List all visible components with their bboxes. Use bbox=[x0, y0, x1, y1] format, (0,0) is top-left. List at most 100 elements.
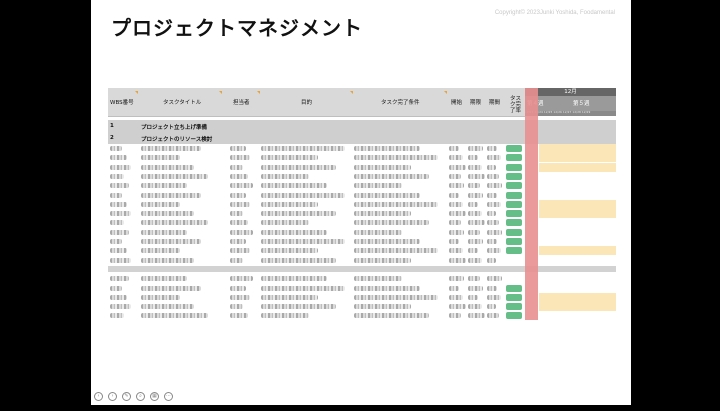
obscured-cell bbox=[230, 211, 244, 217]
obscured-cell bbox=[468, 192, 484, 198]
obscured-cell bbox=[141, 304, 194, 310]
table-row[interactable] bbox=[108, 237, 616, 246]
obscured-cell bbox=[230, 220, 248, 226]
task-rows bbox=[108, 144, 616, 320]
obscured-cell bbox=[354, 304, 412, 310]
obscured-cell bbox=[261, 313, 310, 319]
group-title: プロジェクトのリソース検討 bbox=[141, 137, 213, 143]
obscured-cell bbox=[110, 257, 131, 263]
row-separator bbox=[108, 265, 616, 272]
obscured-cell bbox=[468, 257, 482, 263]
obscured-cell bbox=[354, 276, 403, 282]
obscured-cell bbox=[487, 239, 498, 244]
table-row[interactable] bbox=[108, 153, 616, 163]
more-icon[interactable]: ⋯ bbox=[164, 392, 173, 401]
gantt-bar bbox=[539, 302, 616, 312]
filter-icon[interactable] bbox=[350, 91, 353, 94]
obscured-cell bbox=[487, 146, 498, 151]
obscured-cell bbox=[449, 173, 461, 179]
obscured-cell bbox=[230, 183, 253, 189]
table-row[interactable] bbox=[108, 302, 616, 312]
obscured-cell bbox=[449, 155, 463, 161]
obscured-cell bbox=[261, 183, 327, 189]
obscured-cell bbox=[230, 146, 246, 151]
grid-icon[interactable]: ▦ bbox=[150, 392, 159, 401]
progress-cell bbox=[506, 303, 522, 311]
table-row[interactable] bbox=[108, 191, 616, 200]
table-row[interactable] bbox=[108, 209, 616, 219]
table-row[interactable] bbox=[108, 274, 616, 283]
obscured-cell bbox=[261, 294, 319, 300]
header-owner: 担当者 bbox=[233, 100, 250, 106]
obscured-cell bbox=[354, 257, 412, 263]
filter-icon[interactable] bbox=[135, 91, 138, 94]
obscured-cell bbox=[141, 201, 180, 207]
obscured-cell bbox=[230, 294, 251, 300]
group-number: 1 bbox=[110, 123, 114, 129]
table-row[interactable] bbox=[108, 256, 616, 265]
obscured-cell bbox=[487, 248, 501, 254]
obscured-cell bbox=[261, 276, 327, 282]
obscured-cell bbox=[141, 248, 180, 254]
obscured-cell bbox=[468, 183, 480, 189]
obscured-cell bbox=[141, 220, 208, 226]
table-row[interactable] bbox=[108, 218, 616, 227]
obscured-cell bbox=[261, 229, 327, 235]
week-5-label: 第５週 bbox=[573, 101, 590, 107]
obscured-cell bbox=[230, 285, 246, 291]
obscured-cell bbox=[487, 229, 503, 235]
obscured-cell bbox=[261, 164, 336, 170]
table-row[interactable] bbox=[108, 284, 616, 293]
copyright-text: Copyright© 2023Junki Yoshida, Foodamenta… bbox=[494, 10, 615, 16]
obscured-cell bbox=[110, 285, 123, 291]
obscured-cell bbox=[261, 192, 345, 198]
table-row[interactable] bbox=[108, 144, 616, 153]
obscured-cell bbox=[449, 276, 465, 282]
obscured-cell bbox=[110, 183, 129, 189]
obscured-cell bbox=[487, 276, 503, 282]
progress-cell bbox=[506, 210, 522, 218]
obscured-cell bbox=[141, 229, 187, 235]
group-title: プロジェクト立ち上げ準備 bbox=[141, 125, 208, 131]
obscured-cell bbox=[468, 294, 478, 300]
group-row[interactable]: 1 プロジェクト立ち上げ準備 bbox=[108, 120, 616, 132]
obscured-cell bbox=[487, 183, 503, 189]
gantt-bar bbox=[539, 162, 616, 172]
prev-icon[interactable]: ‹ bbox=[94, 392, 103, 401]
obscured-cell bbox=[141, 294, 180, 300]
next-icon[interactable]: › bbox=[108, 392, 117, 401]
group-number: 2 bbox=[110, 135, 114, 141]
gantt-bar bbox=[539, 153, 616, 163]
gantt-bar bbox=[539, 209, 616, 219]
obscured-cell bbox=[449, 229, 465, 235]
obscured-cell bbox=[468, 173, 486, 179]
wbs-sheet: WBS番号 タスクタイトル 担当者 目的 タスク完了条件 開始 期限 期間 タス… bbox=[108, 88, 616, 320]
filter-icon[interactable] bbox=[444, 91, 447, 94]
filter-icon[interactable] bbox=[257, 91, 260, 94]
obscured-cell bbox=[468, 211, 482, 217]
table-row[interactable] bbox=[108, 172, 616, 181]
table-row[interactable] bbox=[108, 246, 616, 256]
table-row[interactable] bbox=[108, 181, 616, 190]
header-completion-criteria: タスク完了条件 bbox=[381, 100, 420, 106]
table-row[interactable] bbox=[108, 292, 616, 302]
slide-toolbar: ‹ › ✎ ⌕ ▦ ⋯ bbox=[94, 392, 178, 411]
obscured-cell bbox=[487, 164, 496, 170]
obscured-cell bbox=[141, 164, 194, 170]
obscured-cell bbox=[354, 183, 403, 189]
pen-icon[interactable]: ✎ bbox=[122, 392, 131, 401]
table-row[interactable] bbox=[108, 228, 616, 237]
table-row[interactable] bbox=[108, 311, 616, 320]
obscured-cell bbox=[261, 146, 345, 151]
filter-icon[interactable] bbox=[219, 91, 222, 94]
table-row[interactable] bbox=[108, 199, 616, 209]
table-row[interactable] bbox=[108, 162, 616, 172]
obscured-cell bbox=[468, 155, 478, 161]
obscured-cell bbox=[141, 173, 208, 179]
obscured-cell bbox=[110, 239, 123, 244]
obscured-cell bbox=[230, 257, 244, 263]
group-row[interactable]: 2 プロジェクトのリソース検討 bbox=[108, 132, 616, 144]
zoom-icon[interactable]: ⌕ bbox=[136, 392, 145, 401]
obscured-cell bbox=[468, 229, 480, 235]
obscured-cell bbox=[449, 239, 459, 244]
